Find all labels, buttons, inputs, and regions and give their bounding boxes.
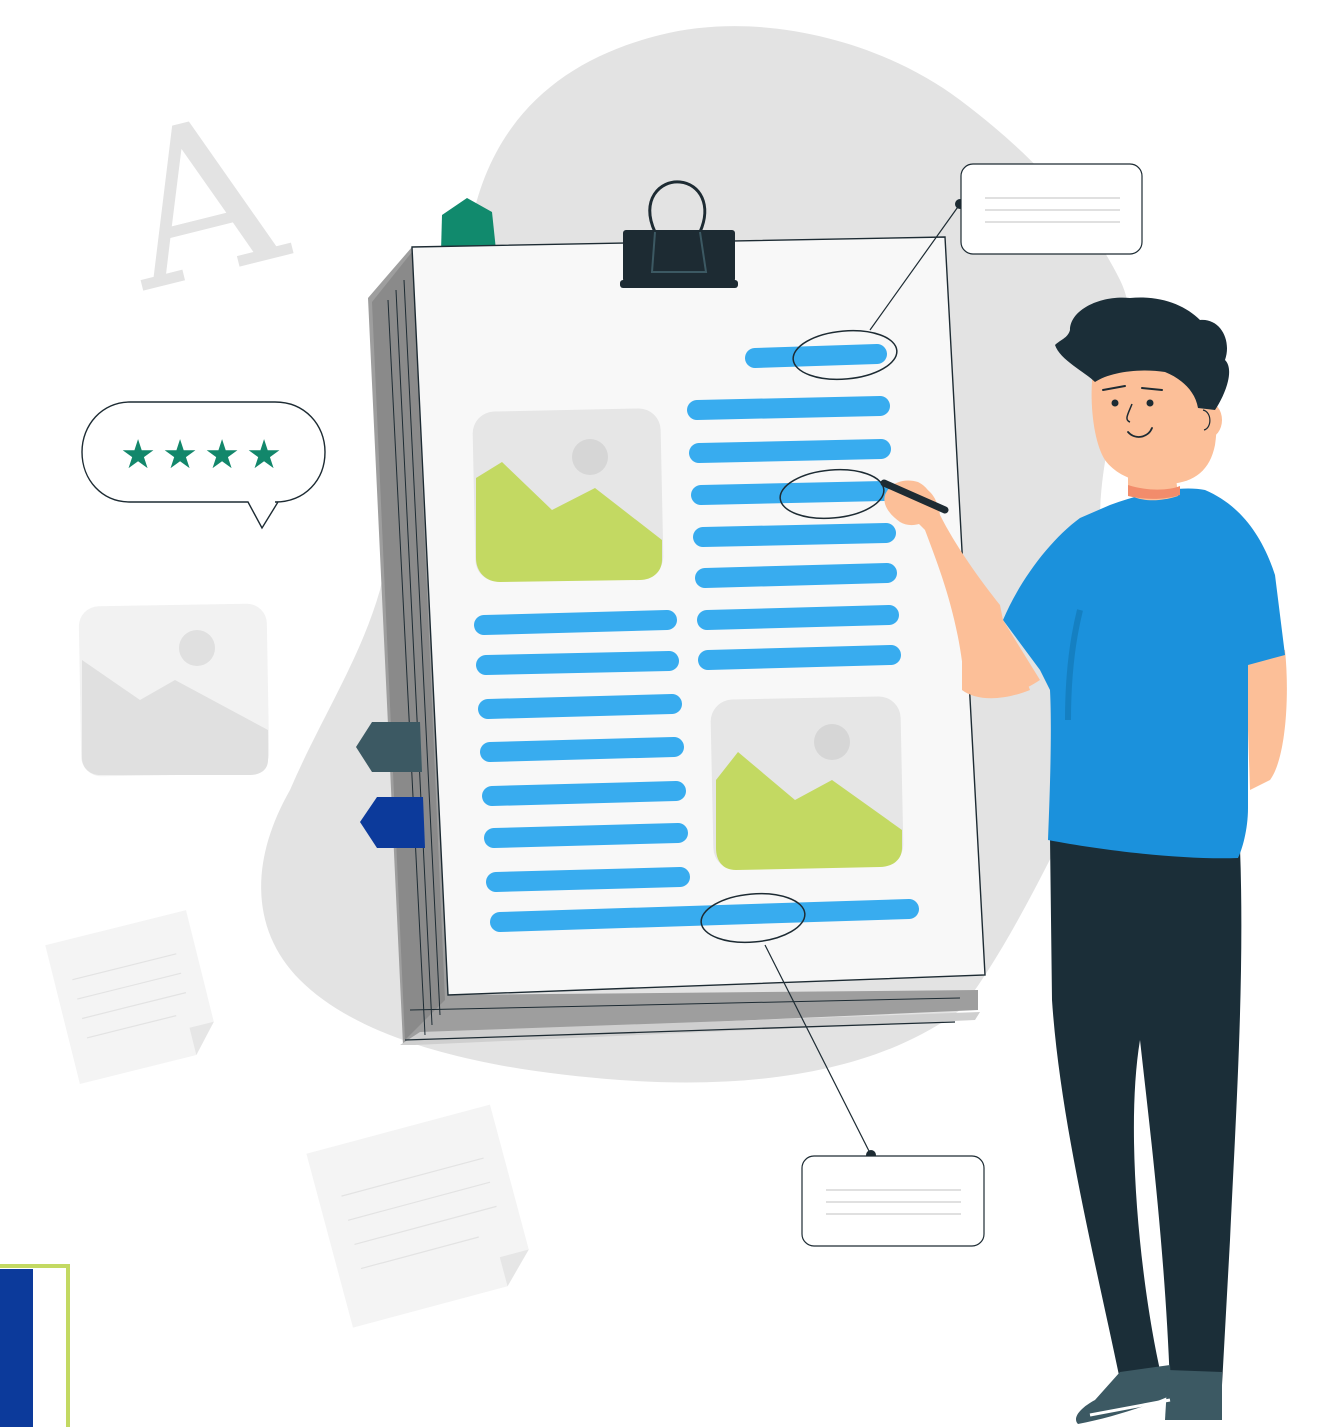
callout-card-icon (801, 1155, 985, 1247)
star-icon: ★ (120, 432, 156, 478)
pants (1050, 838, 1242, 1385)
svg-text:A: A (95, 64, 306, 339)
rating-speech-bubble: ★ ★ ★ ★ (81, 401, 326, 530)
illustration-canvas: A ★ ★ ★ ★ (0, 26, 1287, 1427)
decorative-letter: A (95, 64, 306, 339)
faded-image-placeholder (78, 603, 270, 777)
image-placeholder-icon (710, 696, 904, 870)
star-icon: ★ (246, 432, 282, 478)
star-icon: ★ (204, 432, 240, 478)
corner-frame (0, 1264, 70, 1427)
callout-card-icon (960, 163, 1143, 255)
shoe (1165, 1370, 1222, 1420)
star-icon: ★ (162, 432, 198, 478)
faded-paper-sheet-2 (306, 1104, 529, 1328)
image-placeholder-icon (472, 408, 664, 582)
faded-paper-sheet-1 (45, 910, 214, 1084)
